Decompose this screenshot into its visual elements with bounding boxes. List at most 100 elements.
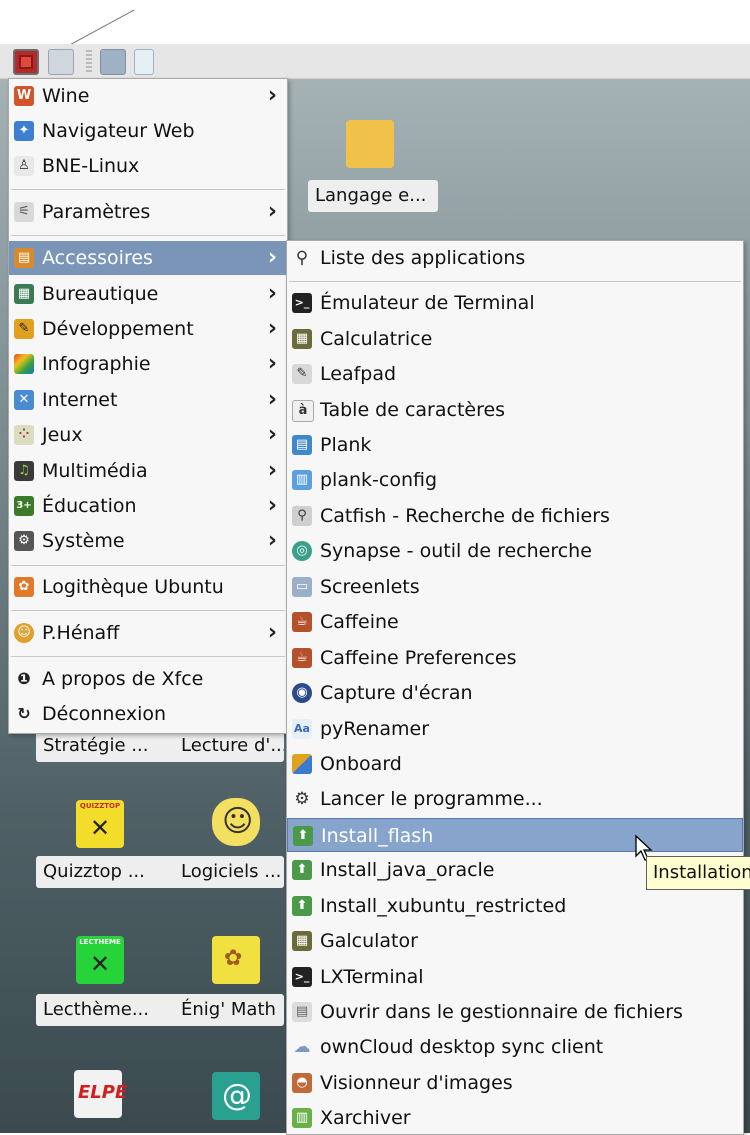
submenu-item-liste-applications[interactable]: ⚲ Liste des applications bbox=[287, 241, 743, 275]
submenu-item-plank[interactable]: ▤ Plank bbox=[287, 428, 743, 462]
system-icon: ⚙ bbox=[14, 531, 34, 551]
screenshot-icon: ◉ bbox=[292, 683, 312, 703]
tooltip: Installation bbox=[646, 856, 750, 890]
submenu-item-lancer-programme[interactable]: ⚙ Lancer le programme... bbox=[287, 782, 743, 816]
applications-menu: W Wine › ✦ Navigateur Web ♙ BNE-Linux ⚟ … bbox=[8, 78, 288, 734]
desktop-icon-quizztop[interactable]: Quizztop ... bbox=[36, 856, 180, 888]
menu-item-navigateur-web[interactable]: ✦ Navigateur Web bbox=[9, 114, 287, 148]
submenu-item-xarchiver[interactable]: ▥ Xarchiver bbox=[287, 1101, 743, 1135]
submenu-item-visionneur-images[interactable]: ◓ Visionneur d'images bbox=[287, 1066, 743, 1100]
menu-item-bureautique[interactable]: ▦ Bureautique › bbox=[9, 277, 287, 311]
menu-item-logitheque-ubuntu[interactable]: ✿ Logithèque Ubuntu bbox=[9, 570, 287, 604]
desktop-icon-langage[interactable]: Langage e... bbox=[308, 180, 438, 212]
menu-separator bbox=[11, 189, 285, 190]
owncloud-icon: ☁ bbox=[293, 1037, 311, 1057]
menu-item-parametres[interactable]: ⚟ Paramètres › bbox=[9, 195, 287, 229]
submenu-item-caffeine[interactable]: ☕ Caffeine bbox=[287, 605, 743, 639]
desktop-icon-lectheme[interactable]: Lecthème... bbox=[36, 994, 180, 1026]
menu-item-label: plank-config bbox=[320, 469, 438, 491]
menu-item-label: A propos de Xfce bbox=[42, 668, 204, 690]
synapse-icon: ◎ bbox=[292, 541, 312, 561]
smiley-face-icon: ☺ bbox=[222, 804, 254, 839]
chevron-right-icon: › bbox=[267, 83, 277, 108]
submenu-item-onboard[interactable]: Onboard bbox=[287, 747, 743, 781]
bne-linux-icon: ♙ bbox=[14, 156, 34, 176]
menu-item-p-henaff[interactable]: ☺ P.Hénaff › bbox=[9, 616, 287, 650]
submenu-item-catfish[interactable]: ⚲ Catfish - Recherche de fichiers bbox=[287, 499, 743, 533]
menu-item-jeux[interactable]: ⁘ Jeux › bbox=[9, 418, 287, 452]
submenu-item-pyrenamer[interactable]: Aa pyRenamer bbox=[287, 712, 743, 746]
elpe-logo-text: ELPE bbox=[78, 1082, 128, 1103]
user-folder-icon: ☺ bbox=[14, 623, 34, 643]
menu-item-label: Jeux bbox=[42, 424, 83, 446]
menu-item-label: Galculator bbox=[320, 930, 418, 952]
chevron-right-icon: › bbox=[267, 493, 277, 518]
submenu-item-leafpad[interactable]: ✎ Leafpad bbox=[287, 357, 743, 391]
top-panel bbox=[0, 44, 750, 79]
submenu-item-capture-ecran[interactable]: ◉ Capture d'écran bbox=[287, 676, 743, 710]
submenu-item-table-caracteres[interactable]: à Table de caractères bbox=[287, 393, 743, 427]
submenu-item-plank-config[interactable]: ▥ plank-config bbox=[287, 463, 743, 497]
menu-item-label: BNE-Linux bbox=[42, 155, 140, 177]
quizztop-icon[interactable]: QUIZZTOP ✕ bbox=[76, 800, 124, 848]
submenu-item-caffeine-preferences[interactable]: ☕ Caffeine Preferences bbox=[287, 641, 743, 675]
menu-item-education[interactable]: 3+ Éducation › bbox=[9, 489, 287, 523]
green-a-icon[interactable]: @ bbox=[212, 1072, 260, 1120]
submenu-item-synapse[interactable]: ◎ Synapse - outil de recherche bbox=[287, 534, 743, 568]
menu-item-label: ownCloud desktop sync client bbox=[320, 1036, 604, 1058]
window-button-icon[interactable] bbox=[48, 49, 74, 75]
submenu-item-galculator[interactable]: ▦ Galculator bbox=[287, 924, 743, 958]
submenu-item-emulateur-terminal[interactable]: >_ Émulateur de Terminal bbox=[287, 286, 743, 320]
menu-item-infographie[interactable]: Infographie › bbox=[9, 347, 287, 381]
menu-item-label: Internet bbox=[42, 389, 118, 411]
internet-icon: ✕ bbox=[14, 390, 34, 410]
calculator-icon: ▦ bbox=[292, 329, 312, 349]
launcher-icon[interactable] bbox=[100, 49, 126, 75]
document-icon[interactable] bbox=[134, 49, 154, 75]
toolbox-icon[interactable] bbox=[346, 120, 394, 168]
image-viewer-icon: ◓ bbox=[292, 1073, 312, 1093]
settings-icon: ⚟ bbox=[14, 202, 34, 222]
enig-math-icon[interactable]: ✿ bbox=[212, 936, 260, 984]
desktop-icon-strategie[interactable]: Stratégie ... bbox=[36, 730, 180, 762]
menu-item-a-propos-xfce[interactable]: ❶ A propos de Xfce bbox=[9, 662, 287, 696]
file-search-icon: ⚲ bbox=[292, 506, 312, 526]
chevron-right-icon: › bbox=[267, 316, 277, 341]
submenu-item-install-xubuntu-restricted[interactable]: ⬆ Install_xubuntu_restricted bbox=[287, 889, 743, 923]
chevron-right-icon: › bbox=[267, 281, 277, 306]
menu-separator bbox=[11, 610, 285, 611]
menu-item-multimedia[interactable]: ♫ Multimédia › bbox=[9, 454, 287, 488]
terminal-icon: >_ bbox=[292, 293, 312, 313]
applications-menu-button[interactable] bbox=[13, 49, 39, 75]
text-editor-icon: ✎ bbox=[292, 364, 312, 384]
menu-item-wine[interactable]: W Wine › bbox=[9, 79, 287, 113]
submenu-item-screenlets[interactable]: ▭ Screenlets bbox=[287, 570, 743, 604]
pyrenamer-icon: Aa bbox=[292, 719, 312, 739]
submenu-item-lxterminal[interactable]: >_ LXTerminal bbox=[287, 960, 743, 994]
submenu-item-install-flash[interactable]: ⬆ Install_flash bbox=[287, 818, 743, 852]
smiley-icon[interactable]: ☺ bbox=[212, 798, 260, 846]
lectheme-icon[interactable]: LECTHEME ✕ bbox=[76, 936, 124, 984]
games-icon: ⁘ bbox=[14, 425, 34, 445]
chevron-right-icon: › bbox=[267, 620, 277, 645]
plank-config-icon: ▥ bbox=[292, 470, 312, 490]
desktop-icon-logiciels[interactable]: Logiciels ... bbox=[174, 856, 284, 888]
menu-item-internet[interactable]: ✕ Internet › bbox=[9, 383, 287, 417]
submenu-item-ouvrir-gestionnaire[interactable]: ▤ Ouvrir dans le gestionnaire de fichier… bbox=[287, 995, 743, 1029]
menu-item-developpement[interactable]: ✎ Développement › bbox=[9, 312, 287, 346]
development-icon: ✎ bbox=[14, 319, 34, 339]
gear-icon: ⚙ bbox=[294, 789, 310, 809]
chevron-right-icon: › bbox=[267, 528, 277, 553]
menu-item-label: Système bbox=[42, 530, 125, 552]
menu-item-bne-linux[interactable]: ♙ BNE-Linux bbox=[9, 149, 287, 183]
desktop-icon-enig-math[interactable]: Énig' Math bbox=[174, 994, 284, 1026]
submenu-item-owncloud[interactable]: ☁ ownCloud desktop sync client bbox=[287, 1030, 743, 1064]
submenu-item-calculatrice[interactable]: ▦ Calculatrice bbox=[287, 322, 743, 356]
menu-item-label: Install_xubuntu_restricted bbox=[320, 895, 567, 917]
menu-item-accessoires[interactable]: ▤ Accessoires › bbox=[9, 241, 287, 275]
menu-item-deconnexion[interactable]: ↻ Déconnexion bbox=[9, 697, 287, 731]
elpe-icon[interactable]: ELPE bbox=[74, 1070, 127, 1118]
desktop-icon-lecture[interactable]: Lecture d'... bbox=[174, 730, 284, 762]
office-icon: ▦ bbox=[14, 284, 34, 304]
menu-item-systeme[interactable]: ⚙ Système › bbox=[9, 524, 287, 558]
